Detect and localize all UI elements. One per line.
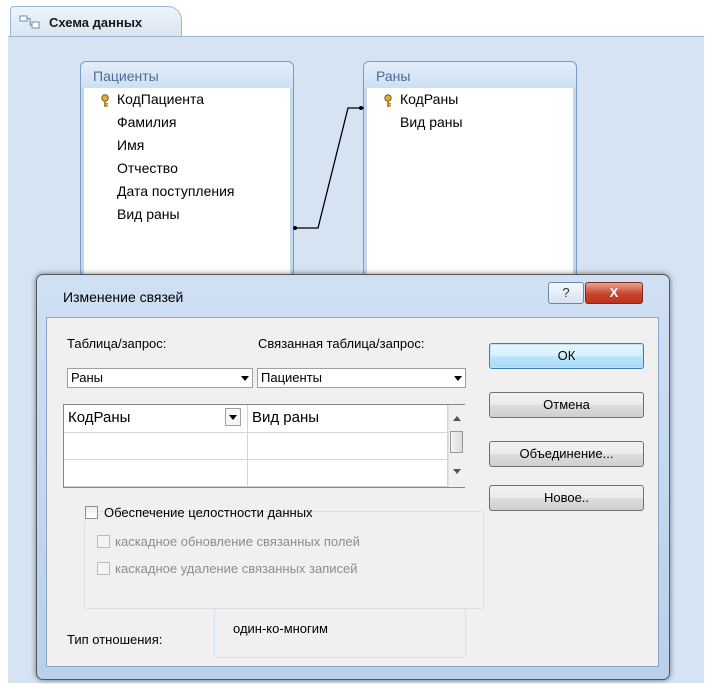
field-list-wounds: КодРаны Вид раны (367, 88, 573, 134)
tab-relationships[interactable]: Схема данных (10, 6, 182, 37)
cancel-button[interactable]: Отмена (489, 392, 644, 418)
grid-cell[interactable] (248, 460, 448, 487)
related-table-select[interactable]: Пациенты (257, 368, 466, 388)
relationships-icon (19, 14, 41, 30)
field-item[interactable]: КодПациента (84, 88, 290, 111)
field-item[interactable]: Вид раны (84, 203, 290, 226)
table-window-wounds[interactable]: Раны КодРаны Вид раны (363, 61, 577, 299)
relationship-type-label: Тип отношения: (67, 632, 163, 647)
field-item[interactable]: Имя (84, 134, 290, 157)
integrity-option[interactable]: Обеспечение целостности данных (79, 504, 313, 522)
fields-grid[interactable]: КодРаны Вид раны (63, 404, 465, 488)
grid-cell[interactable] (248, 433, 448, 460)
field-item[interactable]: Вид раны (367, 111, 573, 134)
ok-button[interactable]: ОК (489, 343, 644, 369)
cascade-update-label: каскадное обновление связанных полей (115, 534, 360, 549)
grid-scrollbar[interactable] (448, 405, 465, 487)
primary-key-icon (383, 92, 393, 107)
table-title-patients[interactable]: Пациенты (81, 62, 293, 88)
grid-cell[interactable] (64, 460, 248, 487)
scroll-up-icon[interactable] (453, 416, 461, 421)
table-window-patients[interactable]: Пациенты КодПациента Фамилия Имя Отчеств… (80, 61, 294, 299)
integrity-checkbox[interactable] (85, 506, 98, 519)
scroll-thumb[interactable] (450, 431, 463, 453)
cascade-delete-label: каскадное удаление связанных записей (115, 561, 358, 576)
cascade-delete-option: каскадное удаление связанных записей (97, 560, 457, 578)
table-label: Таблица/запрос: (67, 336, 167, 351)
related-table-label: Связанная таблица/запрос: (258, 336, 425, 351)
table-title-wounds[interactable]: Раны (364, 62, 576, 88)
grid-cell[interactable]: КодРаны (64, 405, 248, 433)
cascade-delete-checkbox (97, 562, 110, 575)
join-type-button[interactable]: Объединение... (489, 441, 644, 467)
field-list-patients: КодПациента Фамилия Имя Отчество Дата по… (84, 88, 290, 226)
grid-cell[interactable]: Вид раны (248, 405, 448, 433)
field-item[interactable]: Фамилия (84, 111, 290, 134)
primary-key-icon (100, 92, 110, 107)
dialog-body: Таблица/запрос: Связанная таблица/запрос… (46, 317, 659, 667)
dialog-title: Изменение связей (63, 289, 184, 305)
close-button[interactable]: X (585, 282, 643, 304)
chevron-down-icon[interactable] (225, 408, 241, 426)
field-item[interactable]: КодРаны (367, 88, 573, 111)
chevron-down-icon[interactable] (241, 376, 249, 381)
cascade-update-option: каскадное обновление связанных полей (97, 533, 457, 551)
help-button[interactable]: ? (548, 282, 584, 304)
chevron-down-icon[interactable] (454, 376, 462, 381)
document-tab-strip: Схема данных (0, 0, 712, 37)
tab-title: Схема данных (49, 14, 143, 30)
cascade-update-checkbox (97, 535, 110, 548)
scroll-down-icon[interactable] (453, 469, 461, 474)
field-item[interactable]: Отчество (84, 157, 290, 180)
integrity-label: Обеспечение целостности данных (104, 505, 313, 520)
grid-cell[interactable] (64, 433, 248, 460)
table-select[interactable]: Раны (67, 368, 253, 388)
edit-relationships-dialog: Изменение связей ? X Таблица/запрос: Свя… (36, 274, 670, 680)
relationship-type-value: один-ко-многим (233, 621, 328, 636)
field-item[interactable]: Дата поступления (84, 180, 290, 203)
create-new-button[interactable]: Новое.. (489, 485, 644, 511)
